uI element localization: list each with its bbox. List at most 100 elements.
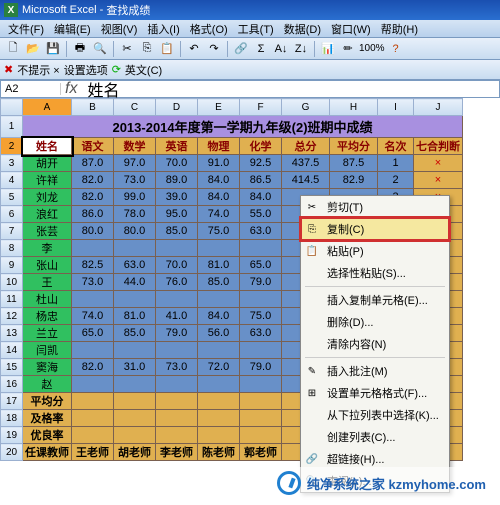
data-cell[interactable]: 80.0 [114,223,156,240]
data-cell[interactable]: 84.0 [198,308,240,325]
opt-noprompt[interactable]: 不提示 × [17,62,59,78]
opt-english[interactable]: 英文(C) [125,62,162,78]
col-header-cell[interactable]: 化学 [240,138,282,155]
name-cell[interactable]: 赵 [23,376,72,393]
open-icon[interactable]: 📂 [24,40,42,58]
opt-settings[interactable]: 设置选项 [64,62,108,78]
data-cell[interactable]: 85.0 [198,274,240,291]
menu-view[interactable]: 视图(V) [97,20,142,38]
data-cell[interactable]: 87.0 [72,155,114,172]
data-cell[interactable]: 79.0 [156,325,198,342]
row-header[interactable]: 9 [1,257,23,274]
row-header[interactable]: 4 [1,172,23,189]
summary-cell[interactable] [72,393,114,410]
link-icon[interactable]: 🔗 [232,40,250,58]
menu-file[interactable]: 文件(F) [4,20,48,38]
row-header[interactable]: 8 [1,240,23,257]
data-cell[interactable]: 84.0 [240,189,282,206]
menu-tools[interactable]: 工具(T) [234,20,278,38]
data-cell[interactable]: 63.0 [114,257,156,274]
summary-cell[interactable] [72,427,114,444]
col-header-C[interactable]: C [114,99,156,116]
data-cell[interactable]: 2 [378,172,414,189]
data-cell[interactable] [72,240,114,257]
redo-icon[interactable]: ↷ [205,40,223,58]
data-cell[interactable]: 80.0 [72,223,114,240]
menu-help[interactable]: 帮助(H) [377,20,422,38]
data-cell[interactable]: 82.0 [72,359,114,376]
data-cell[interactable]: 55.0 [240,206,282,223]
data-cell[interactable]: 63.0 [240,325,282,342]
row-header[interactable]: 19 [1,427,23,444]
data-cell[interactable]: 91.0 [198,155,240,172]
data-cell[interactable]: 81.0 [114,308,156,325]
data-cell[interactable]: 92.5 [240,155,282,172]
col-header-cell[interactable]: 名次 [378,138,414,155]
row-header[interactable]: 1 [1,116,23,138]
name-cell[interactable]: 张芸 [23,223,72,240]
copy-icon[interactable]: ⎘ [138,40,156,58]
judge-cell[interactable]: × [414,172,463,189]
data-cell[interactable]: 63.0 [240,223,282,240]
data-cell[interactable]: 41.0 [156,308,198,325]
ctx-item[interactable]: 清除内容(N) [301,333,449,355]
summary-cell[interactable] [240,410,282,427]
ctx-item[interactable]: ⊞设置单元格格式(F)... [301,382,449,404]
summary-label[interactable]: 任课教师 [23,444,72,461]
summary-label[interactable]: 及格率 [23,410,72,427]
col-header-J[interactable]: J [414,99,463,116]
data-cell[interactable]: 74.0 [72,308,114,325]
col-header-cell[interactable]: 英语 [156,138,198,155]
data-cell[interactable]: 39.0 [156,189,198,206]
data-cell[interactable]: 79.0 [240,274,282,291]
summary-label[interactable]: 优良率 [23,427,72,444]
data-cell[interactable] [240,376,282,393]
data-cell[interactable]: 86.5 [240,172,282,189]
row-header[interactable]: 20 [1,444,23,461]
row-header[interactable]: 2 [1,138,23,155]
new-icon[interactable]: 🗋 [4,40,22,58]
summary-cell[interactable] [156,427,198,444]
data-cell[interactable]: 74.0 [198,206,240,223]
data-cell[interactable] [156,240,198,257]
data-cell[interactable] [72,376,114,393]
refresh-icon[interactable]: ⟳ [112,63,121,76]
summary-cell[interactable] [114,427,156,444]
summary-cell[interactable] [114,393,156,410]
paste-icon[interactable]: 📋 [158,40,176,58]
data-cell[interactable] [198,376,240,393]
undo-icon[interactable]: ↶ [185,40,203,58]
close-options-icon[interactable]: ✖ [4,63,13,76]
col-header-cell[interactable]: 数学 [114,138,156,155]
data-cell[interactable] [114,376,156,393]
fx-icon[interactable]: fx [61,80,81,98]
ctx-item[interactable]: 删除(D)... [301,311,449,333]
col-header-D[interactable]: D [156,99,198,116]
data-cell[interactable]: 95.0 [156,206,198,223]
data-cell[interactable]: 72.0 [198,359,240,376]
data-cell[interactable]: 99.0 [114,189,156,206]
ctx-item[interactable]: 创建列表(C)... [301,426,449,448]
data-cell[interactable] [240,240,282,257]
data-cell[interactable]: 87.5 [330,155,378,172]
col-header-A[interactable]: A [23,99,72,116]
row-header[interactable]: 11 [1,291,23,308]
menu-window[interactable]: 窗口(W) [327,20,375,38]
row-header[interactable]: 17 [1,393,23,410]
cut-icon[interactable]: ✂ [118,40,136,58]
sheet-title[interactable]: 2013-2014年度第一学期九年级(2)班期中成绩 [23,116,463,138]
preview-icon[interactable]: 🔍 [91,40,109,58]
summary-cell[interactable]: 李老师 [156,444,198,461]
col-header-cell[interactable]: 平均分 [330,138,378,155]
data-cell[interactable]: 73.0 [156,359,198,376]
name-cell[interactable]: 兰立 [23,325,72,342]
ctx-item[interactable]: ✎插入批注(M) [301,360,449,382]
row-header[interactable]: 5 [1,189,23,206]
data-cell[interactable]: 86.0 [72,206,114,223]
data-cell[interactable]: 85.0 [114,325,156,342]
name-box[interactable]: A2 [1,83,61,95]
ctx-item[interactable]: 选择性粘贴(S)... [301,262,449,284]
summary-cell[interactable]: 胡老师 [114,444,156,461]
chart-icon[interactable]: 📊 [319,40,337,58]
row-header[interactable]: 3 [1,155,23,172]
